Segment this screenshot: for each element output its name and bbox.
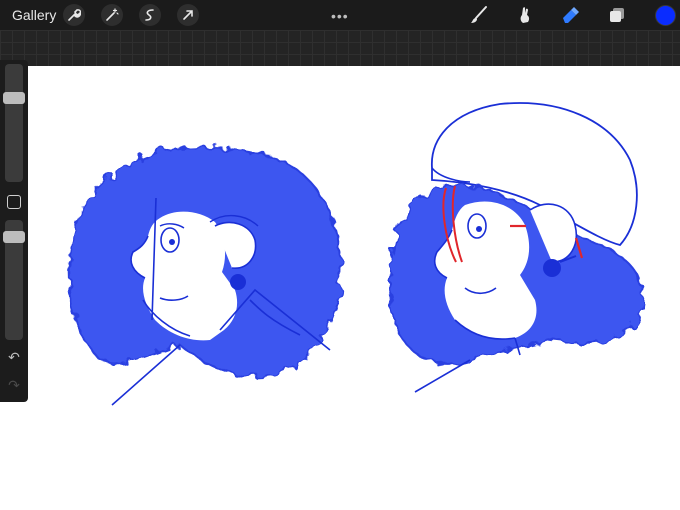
brush-size-thumb[interactable]: [3, 91, 25, 104]
artwork: [67, 102, 645, 406]
modify-button[interactable]: [7, 195, 21, 209]
opacity-thumb[interactable]: [3, 230, 25, 243]
brush-size-slider[interactable]: [5, 64, 23, 182]
right-portrait: [389, 102, 645, 393]
sidebar: ↶ ↷: [0, 60, 28, 402]
redo-icon[interactable]: ↷: [6, 377, 22, 393]
undo-icon[interactable]: ↶: [6, 349, 22, 365]
left-portrait: [67, 145, 342, 406]
